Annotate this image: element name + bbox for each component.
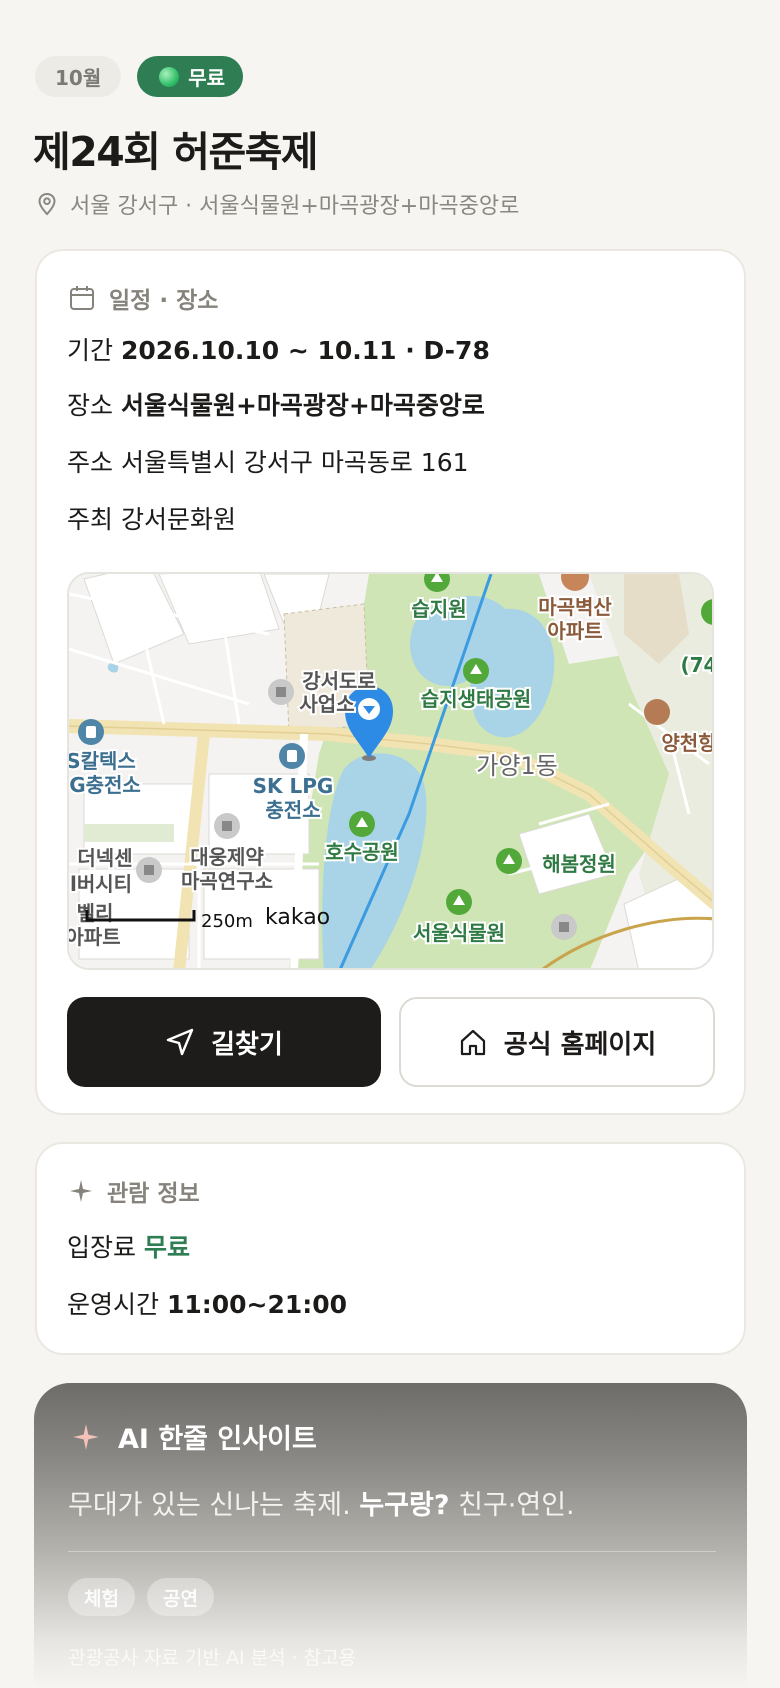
- map-label: l버시티: [70, 872, 132, 896]
- free-badge: 무료: [137, 56, 244, 97]
- period-row: 기간 2026.10.10 ~ 10.11 · D-78: [67, 331, 490, 367]
- ai-text-b: 누구랑?: [359, 1490, 450, 1521]
- host-row: 주최 강서문화원: [67, 500, 236, 536]
- period-label: 기간: [67, 336, 114, 365]
- tag-chip[interactable]: 공연: [146, 1578, 214, 1616]
- map-label: 충전소: [265, 798, 320, 822]
- address-value: 서울특별시 강서구 마곡동로 161: [120, 448, 469, 477]
- map-label: 아파트: [69, 925, 121, 949]
- map-label: 대웅제약: [190, 845, 264, 869]
- ai-footnote: 관광공사 자료 기반 AI 분석 · 참고용: [68, 1647, 357, 1669]
- free-badge-label: 무료: [188, 66, 226, 90]
- map-label: 가양1동: [476, 752, 558, 780]
- badge-row: 10월 무료: [35, 56, 244, 97]
- ai-insight-header: AI 한줄 인사이트: [72, 1417, 317, 1456]
- landmark-icon: [644, 699, 670, 725]
- map-label: 습지원: [411, 597, 466, 621]
- location-text: 서울 강서구 · 서울식물원+마곡광장+마곡중앙로: [70, 194, 520, 219]
- map-label: 마곡연구소: [181, 869, 273, 893]
- venue-value: 서울식물원+마곡광장+마곡중앙로: [120, 391, 485, 420]
- address-label: 주소: [67, 448, 114, 477]
- venue-row: 장소 서울식물원+마곡광장+마곡중앙로: [67, 386, 485, 422]
- hours-row: 운영시간 11:00~21:00: [67, 1285, 347, 1321]
- map-brand-label: kakao: [265, 905, 330, 930]
- directions-button[interactable]: 길찾기: [67, 997, 381, 1087]
- directions-button-label: 길찾기: [211, 1029, 283, 1060]
- map-label: (74: [681, 653, 714, 677]
- map-label: S칼텍스: [69, 749, 136, 773]
- map-label: 더넥센: [77, 846, 132, 870]
- ai-text-a: 무대가 있는 신나는 축제.: [68, 1490, 351, 1521]
- host-label: 주최: [67, 505, 114, 534]
- ai-insight-card: AI 한줄 인사이트 무대가 있는 신나는 축제. 누구랑? 친구·연인. 체험…: [34, 1383, 747, 1688]
- ai-insight-text: 무대가 있는 신나는 축제. 누구랑? 친구·연인.: [68, 1483, 575, 1522]
- map-label: 아파트: [547, 619, 602, 643]
- map-label: 강서도로: [302, 669, 376, 693]
- official-homepage-button-label: 공식 홈페이지: [503, 1029, 657, 1060]
- month-badge: 10월: [35, 56, 122, 97]
- map-label: 해봄정원: [542, 852, 616, 876]
- map-label: SK LPG: [253, 774, 334, 798]
- map-label: 서울식물원: [413, 921, 505, 945]
- ai-text-c: 친구·연인.: [458, 1490, 575, 1521]
- visit-info-title: 관람 정보: [107, 1181, 200, 1207]
- map-label: 습지생태공원: [421, 687, 531, 711]
- visit-info-header: 관람 정보: [69, 1174, 200, 1208]
- ai-insight-title: AI 한줄 인사이트: [118, 1424, 317, 1455]
- official-homepage-button[interactable]: 공식 홈페이지: [399, 997, 715, 1087]
- home-icon: [460, 1029, 485, 1056]
- map-label: 사업소: [299, 692, 354, 716]
- map-label: 마곡벽산: [538, 595, 612, 619]
- hours-label: 운영시간: [67, 1290, 160, 1319]
- host-value: 강서문화원: [120, 505, 236, 534]
- location-map[interactable]: 습지원 마곡벽산 아파트 강서도로 사업소 습지생태공원 S칼텍스 G충전소 S…: [67, 572, 714, 970]
- status-dot-icon: [159, 66, 180, 87]
- schedule-card: 일정 · 장소 기간 2026.10.10 ~ 10.11 · D-78 장소 …: [35, 249, 746, 1115]
- map-label: 양천향: [661, 731, 714, 755]
- address-row: 주소 서울특별시 강서구 마곡동로 161: [67, 443, 469, 479]
- map-label: G충전소: [69, 773, 141, 797]
- ai-tag-list: 체험 공연: [68, 1578, 214, 1616]
- map-scale-label: 250m: [201, 911, 253, 932]
- schedule-header: 일정 · 장소: [69, 281, 218, 315]
- sparkle-icon: [70, 1180, 92, 1202]
- schedule-section-title: 일정 · 장소: [109, 288, 219, 314]
- ai-sparkle-icon: [73, 1423, 99, 1450]
- ai-divider: [68, 1551, 716, 1552]
- venue-label: 장소: [67, 391, 114, 420]
- map-label: 호수공원: [325, 840, 399, 864]
- tag-chip[interactable]: 체험: [68, 1578, 135, 1616]
- fee-row: 입장료 무료: [67, 1228, 190, 1264]
- page-title: 제24회 허준축제: [33, 128, 319, 176]
- hours-value: 11:00~21:00: [166, 1290, 348, 1319]
- period-value: 2026.10.10 ~ 10.11 · D-78: [120, 336, 490, 365]
- fee-label: 입장료: [67, 1233, 137, 1262]
- location-pin-icon: [38, 192, 56, 216]
- calendar-icon: [70, 286, 94, 310]
- fee-value: 무료: [143, 1233, 190, 1262]
- location-line: 서울 강서구 · 서울식물원+마곡광장+마곡중앙로: [38, 188, 519, 220]
- festival-detail-page: 10월 무료 제24회 허준축제 서울 강서구 · 서울식물원+마곡광장+마곡중…: [0, 0, 780, 1688]
- navigation-arrow-icon: [166, 1028, 194, 1056]
- visit-info-card: 관람 정보 입장료 무료 운영시간 11:00~21:00: [35, 1142, 746, 1355]
